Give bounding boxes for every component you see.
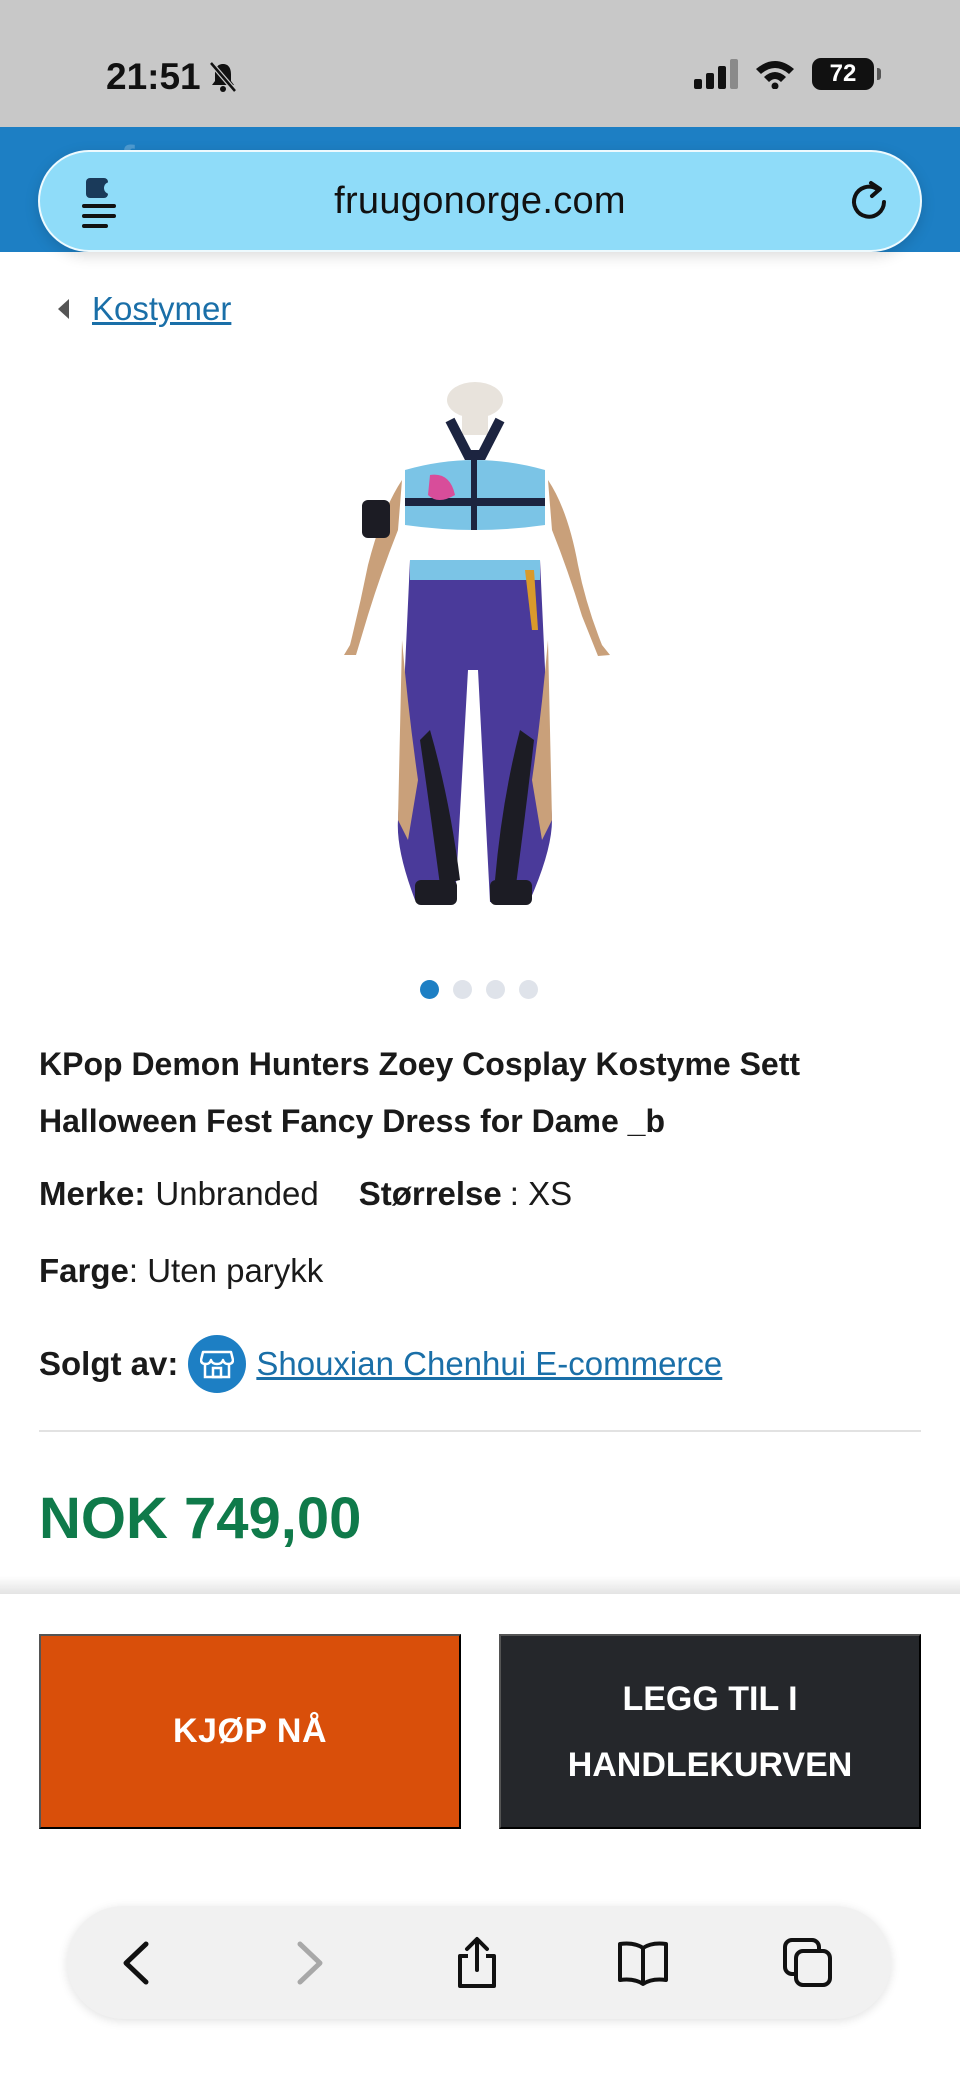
carousel-dot-2[interactable] bbox=[453, 980, 472, 999]
page-menu-icon[interactable] bbox=[72, 170, 136, 234]
battery-level: 72 bbox=[829, 60, 857, 87]
color-label: Farge bbox=[39, 1252, 129, 1289]
action-bar-shadow bbox=[0, 1576, 960, 1596]
share-icon[interactable] bbox=[450, 1936, 504, 1990]
carousel-dot-1[interactable] bbox=[420, 980, 439, 999]
caret-left-icon bbox=[58, 299, 69, 319]
product-price: NOK 749,00 bbox=[39, 1486, 362, 1551]
breadcrumb-link-kostymer[interactable]: Kostymer bbox=[92, 290, 231, 328]
image-carousel-dots bbox=[420, 980, 538, 999]
product-image[interactable] bbox=[290, 380, 670, 920]
seller-label: Solgt av: bbox=[39, 1345, 179, 1382]
product-title: KPop Demon Hunters Zoey Cosplay Kostyme … bbox=[39, 1046, 801, 1139]
reload-icon[interactable] bbox=[844, 177, 894, 227]
battery-indicator: 72 bbox=[812, 58, 881, 90]
color-value: : Uten parykk bbox=[128, 1252, 324, 1289]
cellular-signal-icon bbox=[694, 59, 738, 89]
carousel-dot-3[interactable] bbox=[486, 980, 505, 999]
forward-icon[interactable] bbox=[280, 1936, 334, 1990]
wifi-icon bbox=[756, 61, 794, 89]
divider bbox=[39, 1430, 921, 1432]
carousel-dot-4[interactable] bbox=[519, 980, 538, 999]
status-time: 21:51 bbox=[106, 56, 239, 98]
seller-row: Solgt av: Shouxian Chenhui E-commerce bbox=[39, 1335, 722, 1393]
brand-value: Unbranded bbox=[155, 1175, 319, 1212]
status-indicators: 72 bbox=[694, 58, 881, 90]
tabs-icon[interactable] bbox=[781, 1936, 835, 1990]
bookmarks-icon[interactable] bbox=[616, 1936, 670, 1990]
back-icon[interactable] bbox=[112, 1936, 166, 1990]
url-text[interactable]: fruugonorge.com bbox=[334, 180, 626, 223]
breadcrumb: Kostymer bbox=[56, 290, 231, 328]
status-bar: 21:51 72 bbox=[0, 0, 960, 127]
add-to-cart-button[interactable]: LEGG TIL I HANDLEKURVEN bbox=[499, 1634, 921, 1829]
seller-link[interactable]: Shouxian Chenhui E-commerce bbox=[256, 1345, 722, 1383]
buy-now-button[interactable]: KJØP NÅ bbox=[39, 1634, 461, 1829]
brand-size-row: Merke: Unbranded Størrelse : XS bbox=[39, 1175, 572, 1213]
size-label: Størrelse bbox=[358, 1175, 502, 1212]
clock: 21:51 bbox=[106, 56, 201, 97]
size-value: : XS bbox=[509, 1175, 573, 1212]
browser-toolbar bbox=[67, 1906, 891, 2019]
color-row: Farge : Uten parykk bbox=[39, 1252, 323, 1290]
address-bar[interactable]: fruugonorge.com bbox=[38, 150, 922, 252]
store-icon bbox=[188, 1335, 247, 1393]
brand-label: Merke: bbox=[39, 1175, 146, 1212]
silent-mode-icon bbox=[208, 61, 237, 93]
